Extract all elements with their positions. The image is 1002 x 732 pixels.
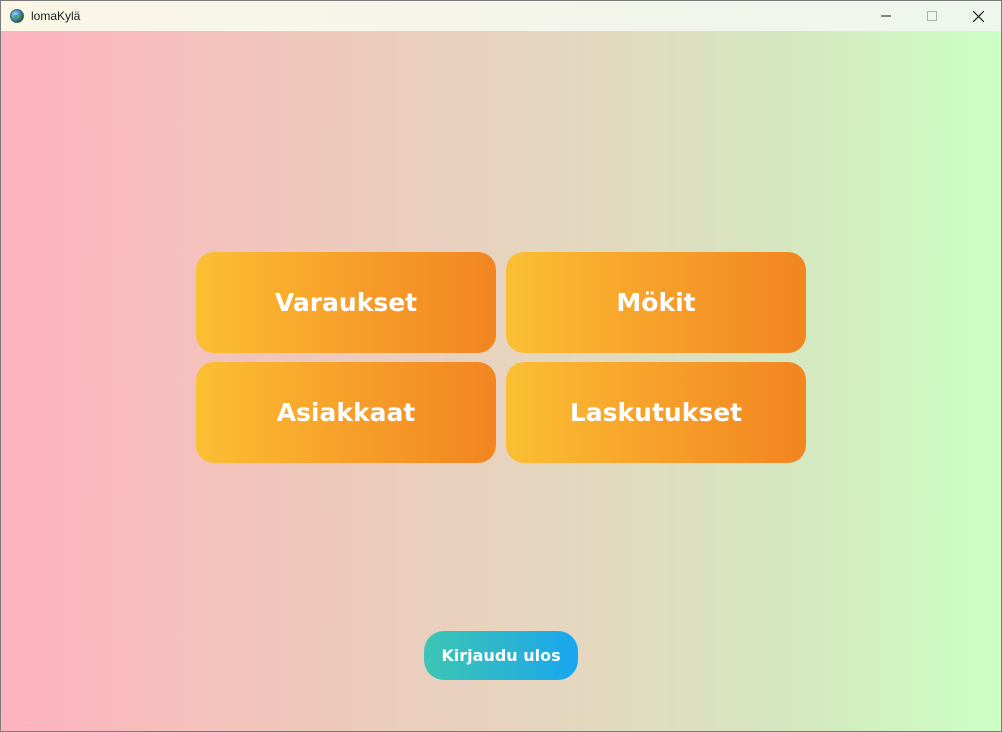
laskutukset-button[interactable]: Laskutukset <box>506 362 806 463</box>
minimize-button[interactable] <box>863 1 909 31</box>
window-title: lomaKylä <box>31 9 81 23</box>
logout-button[interactable]: Kirjaudu ulos <box>424 631 578 680</box>
title-bar[interactable]: lomaKylä <box>1 1 1001 31</box>
close-button[interactable] <box>955 1 1001 31</box>
maximize-button[interactable] <box>909 1 955 31</box>
app-window: lomaKylä Varaukset Mökit Asiakkaat Lasku… <box>0 0 1002 732</box>
window-controls <box>863 1 1001 31</box>
globe-icon <box>10 9 24 23</box>
main-content: Varaukset Mökit Asiakkaat Laskutukset Ki… <box>1 31 1001 731</box>
minimize-icon <box>881 15 891 17</box>
asiakkaat-button[interactable]: Asiakkaat <box>196 362 496 463</box>
maximize-icon <box>927 11 937 21</box>
varaukset-button[interactable]: Varaukset <box>196 252 496 353</box>
mokit-button[interactable]: Mökit <box>506 252 806 353</box>
close-icon <box>972 10 984 22</box>
